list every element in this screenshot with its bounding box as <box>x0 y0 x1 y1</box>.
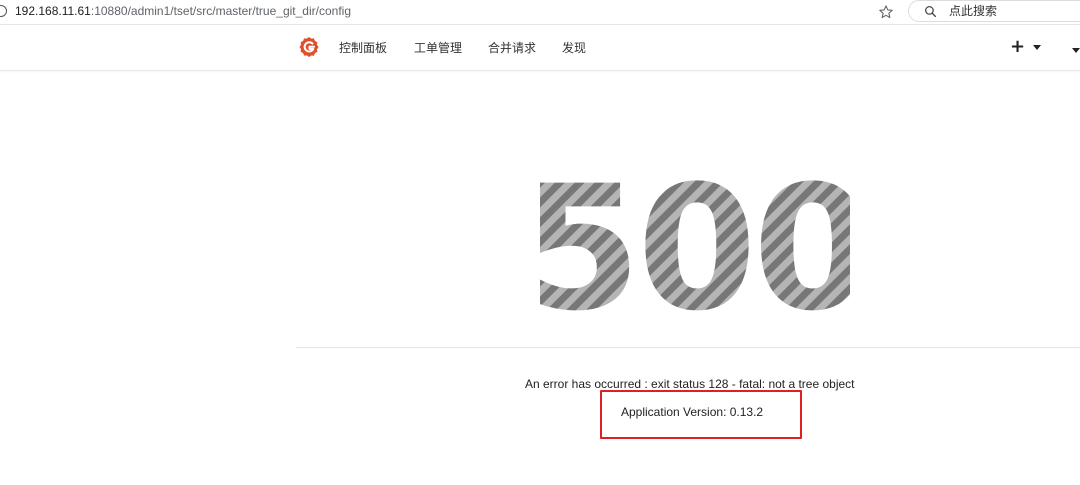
url-host: 192.168.11.61 <box>15 4 91 18</box>
url-field[interactable]: 192.168.11.61:10880/admin1/tset/src/mast… <box>15 3 351 19</box>
nav-item-dashboard[interactable]: 控制面板 <box>339 40 387 56</box>
browser-search-box[interactable] <box>908 0 1080 22</box>
highlight-box <box>600 390 802 439</box>
error-code: 500 <box>521 148 872 349</box>
caret-down-icon[interactable] <box>1072 48 1080 53</box>
browser-address-bar: 192.168.11.61:10880/admin1/tset/src/mast… <box>0 0 1080 25</box>
nav-item-issues[interactable]: 工单管理 <box>414 40 462 56</box>
top-navbar: 控制面板 工单管理 合并请求 发现 + <box>0 25 1080 71</box>
star-icon[interactable] <box>873 2 899 22</box>
nav-item-explore[interactable]: 发现 <box>562 40 586 56</box>
nav-item-pull-requests[interactable]: 合并请求 <box>488 40 536 56</box>
plus-icon[interactable]: + <box>1010 37 1025 57</box>
gitea-logo-icon[interactable] <box>298 36 320 58</box>
divider <box>296 347 1080 348</box>
caret-down-icon[interactable] <box>1033 45 1041 50</box>
error-code-text: 500 <box>540 158 850 318</box>
page-info-icon[interactable] <box>0 5 7 17</box>
search-input[interactable] <box>947 3 1071 19</box>
url-path: :10880/admin1/tset/src/master/true_git_d… <box>90 4 351 18</box>
search-icon <box>923 4 937 18</box>
